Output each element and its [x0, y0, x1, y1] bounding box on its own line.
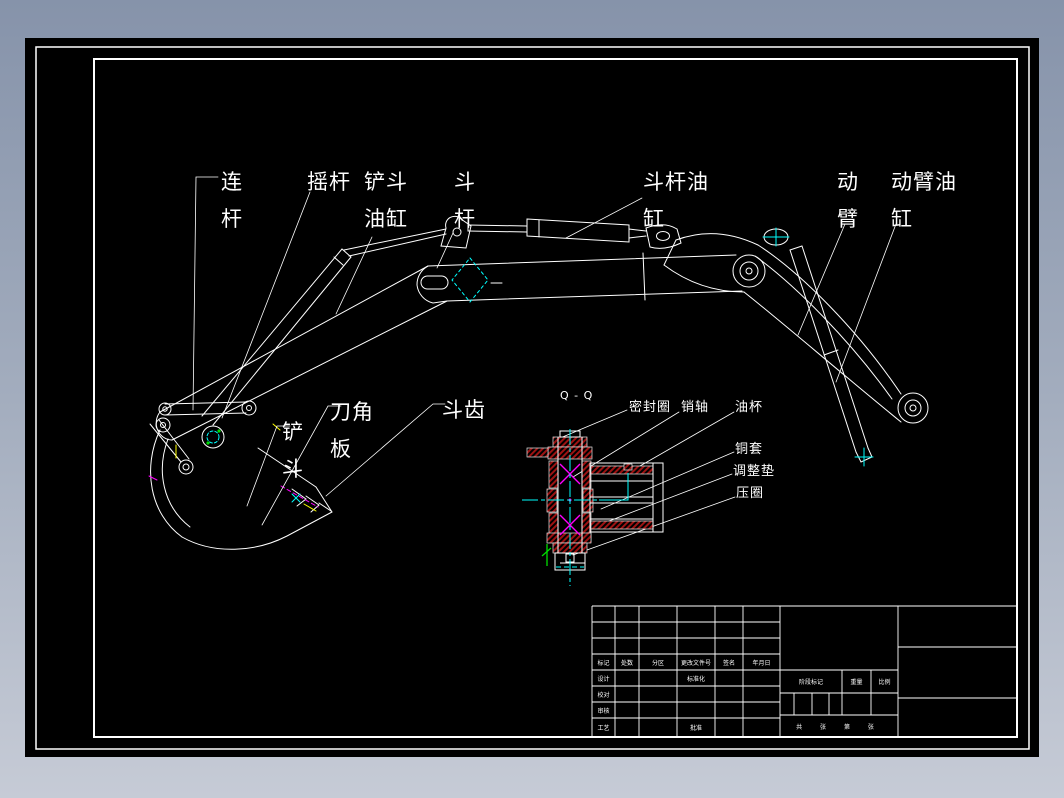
- label-oil-cup: 油杯: [735, 400, 764, 415]
- tb-standardization: 标准化: [686, 675, 705, 683]
- label-bucket-teeth: 斗齿: [442, 398, 486, 422]
- tb-rev-mark: 标记: [597, 659, 610, 667]
- tb-scale: 比例: [878, 679, 891, 686]
- label-connecting-rod: 连 杆: [221, 170, 243, 231]
- label-arm: 斗 杆: [454, 170, 476, 231]
- tb-rev-count: 处数: [620, 659, 633, 667]
- tb-rev-date: 年月日: [752, 659, 771, 667]
- tb-rev-zone: 分区: [651, 659, 664, 667]
- label-seal-ring: 密封圈: [629, 400, 672, 415]
- tb-stage-mark: 阶段标记: [798, 679, 823, 686]
- label-pin-shaft: 销轴: [681, 400, 710, 415]
- label-boom-cylinder: 动臂油 缸: [891, 170, 957, 231]
- label-section-mark: Q - Q: [560, 389, 594, 402]
- label-press-ring: 压圈: [736, 486, 765, 501]
- label-arm-cylinder: 斗杆油 缸: [643, 170, 709, 231]
- label-bucket-cylinder: 铲斗 油缸: [364, 170, 408, 231]
- tb-rev-sign: 签名: [722, 659, 735, 667]
- tb-approval: 批准: [689, 725, 702, 732]
- cad-drawing: [25, 38, 1039, 757]
- label-adjusting-shim: 调整垫: [733, 464, 776, 479]
- cad-application-page: 连 杆 摇杆 铲斗 油缸 斗 杆 斗杆油 缸 动 臂 动臂油 缸 铲 斗 刀角 …: [0, 0, 1064, 798]
- tb-sheets: 共 张 第 张: [796, 723, 882, 731]
- tb-rev-docno: 更改文件号: [680, 659, 711, 667]
- tb-audit: 审核: [597, 707, 610, 715]
- label-boom: 动 臂: [837, 170, 859, 231]
- label-bucket: 铲 斗: [282, 420, 304, 481]
- sheet-frames: [25, 38, 1039, 757]
- tb-process: 工艺: [597, 725, 610, 732]
- label-copper-bushing: 铜套: [735, 442, 764, 457]
- label-rocker: 摇杆: [307, 170, 351, 194]
- label-corner-blade: 刀角 板: [330, 400, 374, 461]
- tb-design: 设计: [597, 675, 610, 683]
- tb-check: 校对: [597, 691, 610, 699]
- tb-weight: 重量: [850, 679, 863, 686]
